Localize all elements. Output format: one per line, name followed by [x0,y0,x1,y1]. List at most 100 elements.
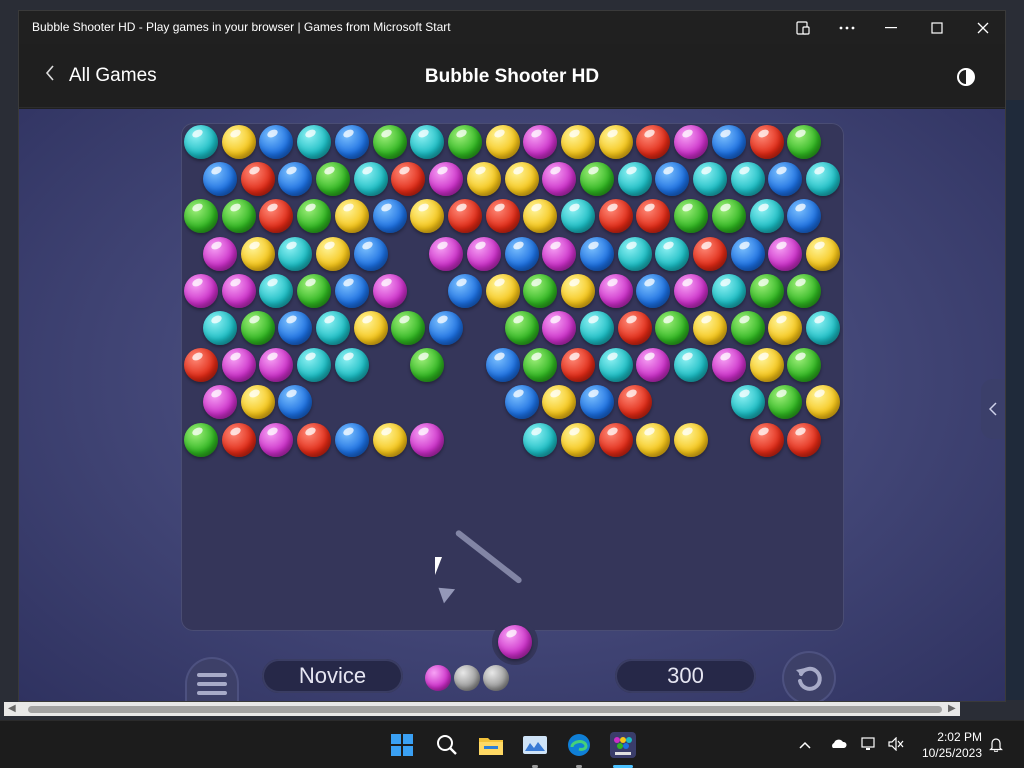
bubble [297,273,332,308]
bubble [353,311,388,345]
contrast-icon[interactable] [957,68,975,86]
bubble [372,125,407,159]
volume-muted-icon[interactable] [888,736,904,754]
bubble-shooter-app-icon[interactable] [608,730,638,760]
bubble [240,162,275,197]
bubble [674,348,709,383]
bubble [504,385,539,420]
bubble [466,162,501,197]
bubble [334,125,369,159]
bubble [787,348,822,383]
bubble [429,236,464,271]
bubble [674,125,709,159]
side-panel-toggle[interactable] [981,379,1005,439]
bubble [542,162,577,197]
title-bar: Bubble Shooter HD - Play games in your b… [19,11,1005,44]
bubble [523,199,558,234]
level-label: Novice [262,659,403,693]
bubble [730,162,765,197]
bubble [579,311,614,345]
windows-start-icon[interactable] [387,730,417,760]
scroll-right-icon[interactable]: ▶ [948,703,956,714]
game-area[interactable]: Novice 300 [19,109,1005,701]
scroll-left-icon[interactable]: ◀ [8,703,16,714]
bubble [202,385,237,420]
bubble [221,422,256,457]
app-header: All Games Bubble Shooter HD [19,44,1005,108]
bubble [202,311,237,345]
cast-icon[interactable] [780,11,826,44]
bubble [655,236,690,271]
bubble [579,236,614,271]
bubble [372,273,407,308]
onedrive-icon[interactable] [829,737,847,752]
bubble [221,125,256,159]
edge-browser-icon[interactable] [564,730,594,760]
score-display: 300 [615,659,756,693]
menu-button[interactable] [185,657,239,701]
bubble [184,348,218,383]
maximize-icon[interactable] [914,11,960,44]
bubble [655,311,690,345]
horizontal-scrollbar[interactable]: ◀ ▶ [4,702,960,716]
bubble [542,385,577,420]
clock-date: 10/25/2023 [921,746,982,760]
bubble [297,348,332,383]
scrollbar-thumb[interactable] [28,706,942,713]
bubble [787,125,822,159]
bubble [278,311,313,345]
game-controls: Novice 300 [19,639,1005,701]
more-icon[interactable] [824,11,870,44]
bubble [278,385,313,420]
bubble [636,273,671,308]
bubble [561,273,595,308]
bubble [221,273,256,308]
bubble [749,273,784,308]
bubble [184,125,218,159]
bubble [636,348,671,383]
system-clock[interactable]: 2:02 PM 10/25/2023 [918,729,982,761]
minimize-icon[interactable] [868,11,914,44]
restart-icon [796,666,822,691]
bubble [485,125,520,159]
bubble [617,385,652,420]
bubble-board[interactable] [181,123,844,665]
bubble [278,162,313,197]
bubble [184,273,218,308]
bubble [693,236,727,271]
next-bubble [483,665,509,691]
bubble [787,199,822,234]
bubble [806,236,841,271]
search-icon[interactable] [432,730,462,760]
bubble [693,162,727,197]
notification-bell-icon[interactable] [989,737,1003,755]
restart-button[interactable] [782,651,836,701]
page-title: Bubble Shooter HD [424,66,600,87]
close-icon[interactable] [960,11,1005,44]
network-icon[interactable] [861,737,877,754]
bubble [391,162,426,197]
bubble [391,311,426,345]
bubble [353,162,388,197]
bubble-grid [181,123,844,631]
bubble [372,199,407,234]
bubble [447,273,482,308]
photos-icon[interactable] [520,730,550,760]
bubble [598,199,633,234]
desktop-edge [1005,100,1024,700]
bubble [316,236,350,271]
window-title: Bubble Shooter HD - Play games in your b… [32,20,451,34]
bubble [636,422,671,457]
bubble [674,273,709,308]
bubble [749,422,784,457]
bubble [259,199,294,234]
bubble [561,348,595,383]
bubble [561,199,595,234]
bubble [579,162,614,197]
chevron-up-icon[interactable] [799,737,811,752]
next-bubbles [425,665,509,691]
next-bubble [425,665,451,691]
bubble [485,273,520,308]
bubble [598,422,633,457]
file-explorer-icon[interactable] [476,730,506,760]
